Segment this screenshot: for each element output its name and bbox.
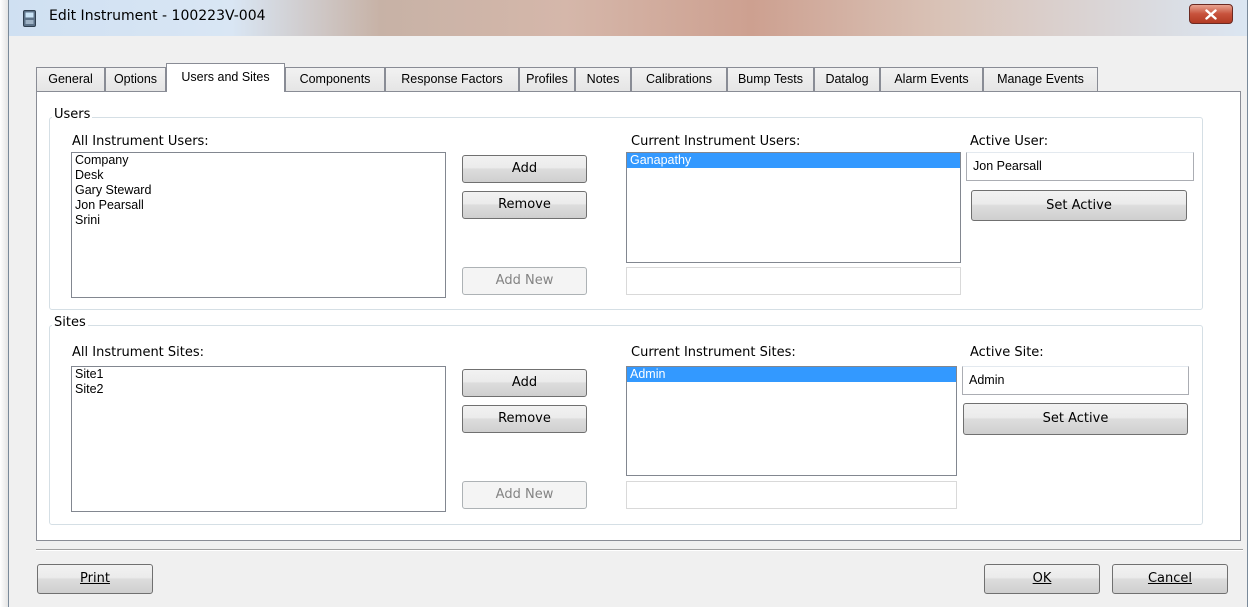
active-site-field[interactable]: Admin (962, 366, 1189, 395)
all-sites-list[interactable]: Site1 Site2 (71, 366, 446, 512)
users-and-sites-panel: Users All Instrument Users: Company Desk… (36, 91, 1241, 541)
title-bar[interactable]: Edit Instrument - 100223V-004 (9, 0, 1247, 36)
remove-user-button[interactable]: Remove (462, 191, 587, 219)
list-item[interactable]: Gary Steward (72, 183, 445, 198)
tab-alarm-events[interactable]: Alarm Events (880, 67, 983, 91)
set-active-user-button[interactable]: Set Active (971, 190, 1187, 221)
all-users-label: All Instrument Users: (72, 134, 209, 149)
tab-calibrations[interactable]: Calibrations (631, 67, 727, 91)
tab-notes[interactable]: Notes (575, 67, 631, 91)
footer-separator (36, 549, 1243, 551)
list-item[interactable]: Company (72, 153, 445, 168)
list-item[interactable]: Srini (72, 213, 445, 228)
window-title: Edit Instrument - 100223V-004 (49, 8, 266, 24)
current-sites-list[interactable]: Admin (626, 366, 957, 476)
add-user-button[interactable]: Add (462, 155, 587, 183)
list-item-selected[interactable]: Ganapathy (627, 153, 960, 168)
desktop-edge (0, 0, 8, 607)
cancel-button-label: Cancel (1147, 571, 1193, 586)
list-item[interactable]: Site1 (72, 367, 445, 382)
tab-profiles[interactable]: Profiles (519, 67, 575, 91)
tab-general[interactable]: General (36, 67, 105, 91)
current-sites-label: Current Instrument Sites: (631, 345, 796, 360)
sites-group-title: Sites (52, 315, 88, 330)
tab-datalog[interactable]: Datalog (814, 67, 880, 91)
all-users-list[interactable]: Company Desk Gary Steward Jon Pearsall S… (71, 152, 446, 298)
tab-bump-tests[interactable]: Bump Tests (727, 67, 814, 91)
print-button[interactable]: Print (37, 564, 153, 594)
print-button-label: Print (80, 571, 110, 586)
active-site-label: Active Site: (970, 345, 1044, 360)
new-user-input[interactable] (626, 267, 961, 295)
all-sites-label: All Instrument Sites: (72, 345, 205, 360)
add-new-site-button[interactable]: Add New (462, 481, 587, 509)
list-item[interactable]: Site2 (72, 382, 445, 397)
list-item[interactable]: Jon Pearsall (72, 198, 445, 213)
active-user-label: Active User: (970, 134, 1049, 149)
cancel-button[interactable]: Cancel (1112, 564, 1228, 594)
edit-instrument-dialog: Edit Instrument - 100223V-004 General Op… (8, 0, 1248, 607)
list-item-selected[interactable]: Admin (627, 367, 956, 382)
ok-button-label: OK (1032, 571, 1052, 586)
set-active-site-button[interactable]: Set Active (963, 403, 1188, 435)
close-button[interactable] (1189, 4, 1233, 24)
remove-site-button[interactable]: Remove (462, 405, 587, 433)
tab-manage-events[interactable]: Manage Events (983, 67, 1098, 91)
tab-options[interactable]: Options (105, 67, 166, 91)
add-new-user-button[interactable]: Add New (462, 267, 587, 295)
new-site-input[interactable] (626, 481, 957, 509)
users-group-title: Users (52, 107, 93, 122)
ok-button[interactable]: OK (984, 564, 1100, 594)
current-users-label: Current Instrument Users: (631, 134, 801, 149)
tab-response-factors[interactable]: Response Factors (385, 67, 519, 91)
active-user-field[interactable]: Jon Pearsall (966, 152, 1194, 181)
instrument-icon (23, 10, 36, 27)
tab-users-and-sites[interactable]: Users and Sites (166, 63, 285, 92)
list-item[interactable]: Desk (72, 168, 445, 183)
tab-components[interactable]: Components (285, 67, 385, 91)
current-users-list[interactable]: Ganapathy (626, 152, 961, 263)
add-site-button[interactable]: Add (462, 369, 587, 397)
